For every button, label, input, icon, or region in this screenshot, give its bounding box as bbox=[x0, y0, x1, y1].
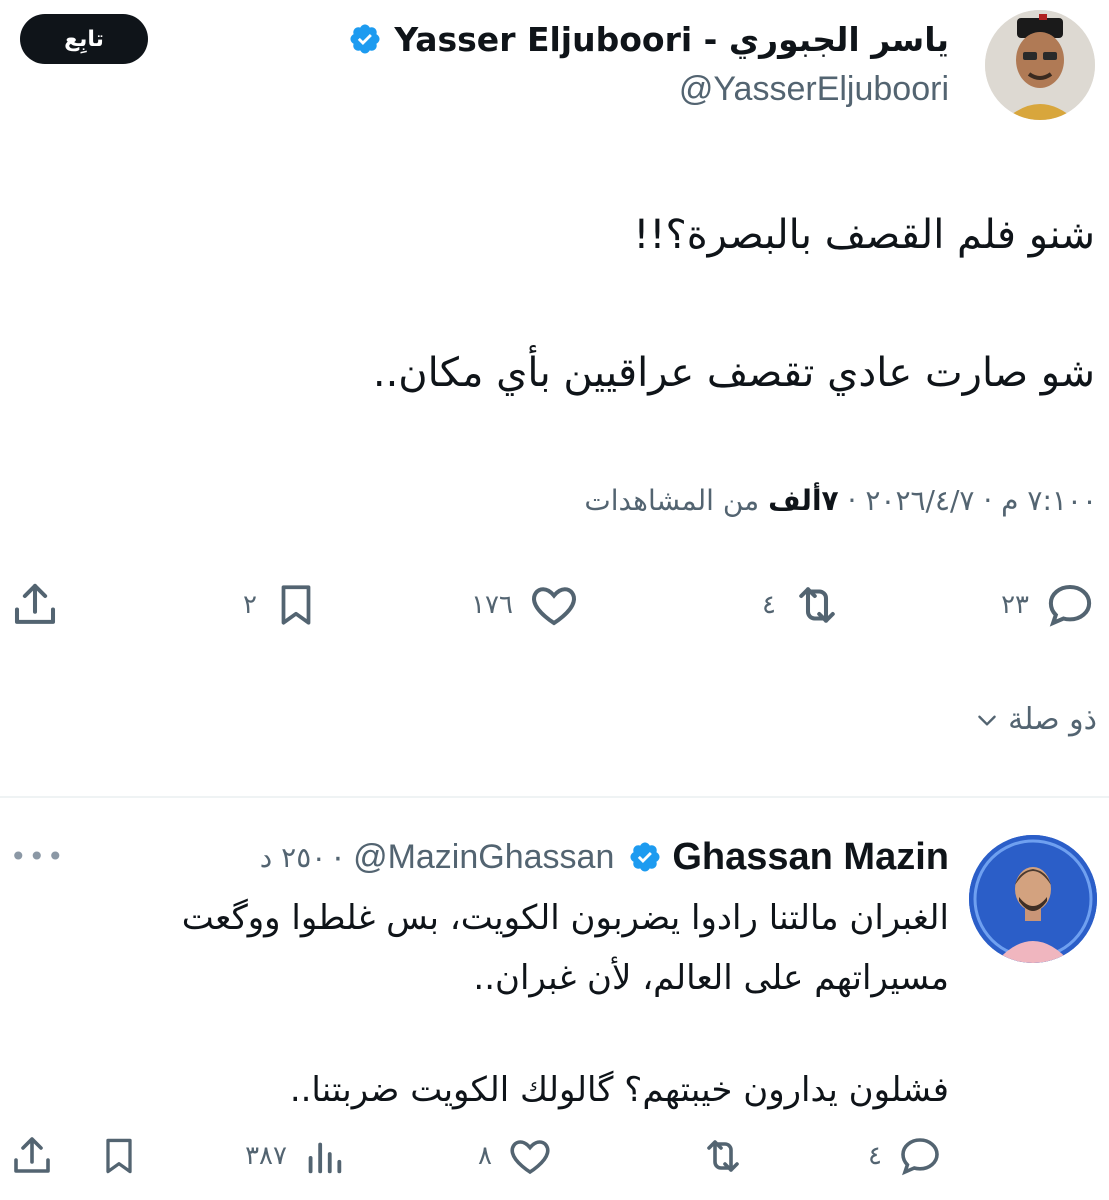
follow-button[interactable]: تابِع bbox=[20, 14, 148, 64]
follow-button-label: تابِع bbox=[64, 26, 104, 52]
like-icon bbox=[510, 1140, 550, 1175]
views-count: ٧ألف bbox=[768, 484, 839, 517]
reply-author-handle[interactable]: · @MazinGhassan bbox=[332, 838, 614, 877]
reply-bookmark-button[interactable] bbox=[97, 1132, 141, 1180]
reply-text-line: فشلون يدارون خيبتهم؟ گالولك الكويت ضربتن… bbox=[289, 1070, 949, 1110]
bookmark-icon bbox=[106, 1138, 132, 1174]
reply-reply-count: ٤ bbox=[868, 1141, 882, 1171]
reply-like-button[interactable]: ٨ bbox=[478, 1132, 554, 1180]
reply-author-avatar[interactable] bbox=[969, 835, 1097, 963]
tweet-meta: ٧:١٠٠ م · ٢٠٢٦/٤/٧ · ٧ألف من المشاهدات bbox=[584, 484, 1097, 517]
reply-views-count: ٣٨٧ bbox=[245, 1141, 287, 1171]
views-icon bbox=[308, 1142, 342, 1174]
reply-handle-separator: · bbox=[332, 837, 354, 876]
author-name-row: ياسر الجبوري - Yasser Eljuboori bbox=[348, 14, 949, 64]
like-count: ١٧٦ bbox=[471, 590, 513, 620]
author-avatar[interactable] bbox=[985, 10, 1095, 120]
like-icon bbox=[532, 587, 576, 626]
related-toggle[interactable]: ذو صلة bbox=[974, 702, 1097, 737]
reply-icon bbox=[901, 1138, 939, 1176]
share-icon bbox=[14, 1137, 50, 1173]
more-icon[interactable]: ••• bbox=[10, 840, 66, 873]
views-label: من المشاهدات bbox=[584, 484, 760, 517]
verified-badge-icon bbox=[630, 842, 660, 872]
reply-share-button[interactable] bbox=[8, 1132, 56, 1180]
bookmark-icon bbox=[281, 585, 311, 625]
reply-reply-button[interactable]: ٤ bbox=[868, 1132, 944, 1180]
reply-author-name[interactable]: Ghassan Mazin bbox=[672, 836, 949, 879]
author-display-name[interactable]: ياسر الجبوري - Yasser Eljuboori bbox=[394, 20, 949, 59]
reply-text-line: الغبران مالتنا رادوا يضربون الكويت، بس غ… bbox=[181, 898, 949, 938]
repost-button[interactable]: ٤ bbox=[762, 578, 844, 632]
reply-author-avatar-image bbox=[969, 835, 1097, 963]
reply-icon bbox=[1048, 584, 1092, 627]
reply-views-button[interactable]: ٣٨٧ bbox=[245, 1132, 347, 1180]
chevron-down-icon bbox=[978, 715, 996, 726]
reply-text-line: مسيراتهم على العالم، لأن غبران.. bbox=[473, 958, 949, 998]
divider bbox=[0, 796, 1109, 798]
repost-icon bbox=[799, 587, 835, 623]
repost-icon bbox=[707, 1140, 739, 1172]
share-button[interactable] bbox=[8, 578, 62, 632]
author-avatar-image bbox=[985, 10, 1095, 120]
meta-separator: · bbox=[838, 484, 857, 517]
author-handle[interactable]: @YasserEljuboori bbox=[679, 70, 949, 109]
reply-handle-text: @MazinGhassan bbox=[353, 837, 615, 876]
tweet-text-line: شو صارت عادي تقصف عراقيين بأي مكان.. bbox=[372, 350, 1095, 396]
tweet-timestamp[interactable]: ٧:١٠٠ م · ٢٠٢٦/٤/٧ bbox=[865, 484, 1097, 517]
repost-count: ٤ bbox=[762, 590, 776, 620]
reply-time[interactable]: ٢٥٠ د bbox=[260, 841, 327, 874]
reply-count: ٢٣ bbox=[1001, 590, 1029, 620]
verified-badge-icon bbox=[350, 24, 380, 54]
reply-repost-button[interactable] bbox=[699, 1132, 747, 1180]
reply-button[interactable]: ٢٣ bbox=[1001, 578, 1097, 632]
tweet-text-line: شنو فلم القصف بالبصرة؟!! bbox=[633, 212, 1095, 258]
bookmark-button[interactable]: ٢ bbox=[243, 578, 321, 632]
reply-action-bar: ٤ ٨ ٣٨٧ bbox=[0, 1132, 1109, 1188]
bookmark-count: ٢ bbox=[243, 590, 257, 620]
tweet-action-bar: ٢٣ ٤ ١٧٦ ٢ bbox=[0, 578, 1109, 638]
related-label: ذو صلة bbox=[1008, 702, 1097, 737]
like-button[interactable]: ١٧٦ bbox=[471, 578, 581, 632]
reply-like-count: ٨ bbox=[478, 1141, 492, 1171]
share-icon bbox=[14, 583, 56, 624]
reply-header: ٢٥٠ د · @MazinGhassan Ghassan Mazin bbox=[260, 832, 949, 882]
